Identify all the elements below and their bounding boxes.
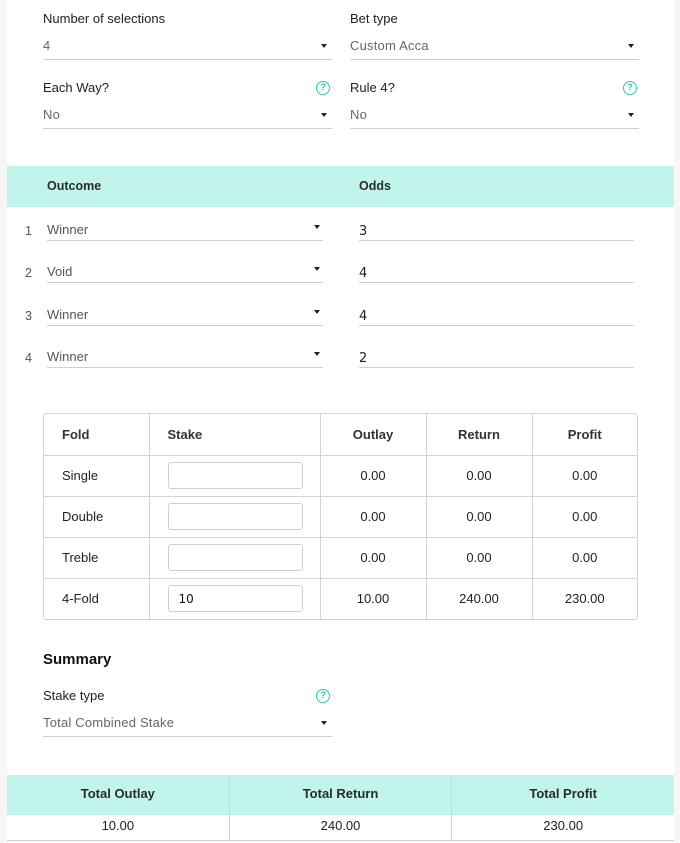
bet-type-label: Bet type (350, 11, 398, 26)
bet-type-field: Bet type Custom Acca (350, 10, 639, 60)
each-way-select[interactable]: No (43, 107, 332, 129)
chevron-down-icon (314, 310, 320, 314)
outcome-value: Winner (47, 349, 89, 364)
stake-type-field: Stake type ? Total Combined Stake (43, 687, 332, 737)
totals-values: 10.00 240.00 230.00 (7, 815, 674, 840)
totals-header: Total Outlay Total Return Total Profit (7, 775, 674, 815)
table-row: 4-Fold 10.00 240.00 230.00 (44, 578, 637, 619)
profit-value: 230.00 (564, 591, 605, 607)
return-value: 0.00 (426, 537, 533, 579)
selection-number: 4 (25, 351, 32, 365)
fold-header: Fold (44, 414, 150, 456)
each-way-label: Each Way? (43, 80, 109, 95)
outcome-select[interactable]: Winner (47, 349, 323, 368)
outcome-value: Winner (47, 307, 89, 322)
profit-value: 0.00 (532, 537, 637, 579)
total-outlay-value: 10.00 (7, 815, 230, 840)
chevron-down-icon (321, 44, 327, 48)
outcome-header: Outcome (47, 179, 102, 193)
return-header: Return (426, 414, 533, 456)
odds-input[interactable] (359, 307, 634, 326)
total-return-header: Total Return (230, 775, 453, 815)
chevron-down-icon (321, 113, 327, 117)
selection-number: 3 (25, 309, 32, 323)
chevron-down-icon (314, 267, 320, 271)
profit-header: Profit (532, 414, 637, 456)
chevron-down-icon (628, 113, 634, 117)
outlay-value: 0.00 (320, 455, 427, 497)
selections-header: Outcome Odds (7, 166, 674, 207)
bet-type-select[interactable]: Custom Acca (350, 38, 639, 60)
rule4-field: Rule 4? ? No (350, 79, 639, 129)
selection-row: 1 Winner (7, 222, 674, 256)
outlay-value: 10.00 (320, 578, 427, 619)
selection-row: 3 Winner (7, 307, 674, 341)
total-outlay-header: Total Outlay (7, 775, 230, 815)
stake-input[interactable] (167, 462, 303, 489)
rule4-label: Rule 4? (350, 80, 395, 95)
return-value: 0.00 (426, 455, 533, 497)
total-return-value: 240.00 (230, 815, 453, 840)
fold-table: Fold Stake Outlay Return Profit Single 0… (43, 413, 638, 620)
help-icon[interactable]: ? (316, 689, 330, 703)
stake-type-select[interactable]: Total Combined Stake (43, 715, 332, 737)
selection-number: 2 (25, 266, 32, 280)
num-selections-select[interactable]: 4 (43, 38, 332, 60)
fold-name: Double (44, 496, 150, 538)
odds-input[interactable] (359, 264, 634, 283)
summary-title: Summary (43, 651, 112, 668)
odds-header: Odds (359, 179, 391, 193)
return-value: 240.00 (426, 578, 533, 619)
each-way-value: No (43, 107, 61, 122)
num-selections-field: Number of selections 4 (43, 10, 332, 60)
help-icon[interactable]: ? (316, 81, 330, 95)
rule4-value: No (350, 107, 368, 122)
profit-value: 0.00 (532, 455, 637, 497)
num-selections-label: Number of selections (43, 11, 166, 26)
total-profit-header: Total Profit (529, 786, 597, 801)
total-profit-value: 230.00 (543, 818, 584, 833)
chevron-down-icon (314, 352, 320, 356)
fold-name: Single (44, 455, 150, 497)
chevron-down-icon (321, 721, 327, 725)
table-row: Double 0.00 0.00 0.00 (44, 496, 637, 538)
outlay-value: 0.00 (320, 537, 427, 579)
stake-type-label: Stake type (43, 688, 105, 703)
outcome-value: Winner (47, 222, 89, 237)
stake-input[interactable] (167, 585, 303, 613)
outcome-select[interactable]: Void (47, 264, 323, 283)
table-row: Single 0.00 0.00 0.00 (44, 455, 637, 497)
table-row: Treble 0.00 0.00 0.00 (44, 537, 637, 579)
outcome-value: Void (47, 264, 73, 279)
selection-row: 4 Winner (7, 349, 674, 383)
selection-row: 2 Void (7, 264, 674, 298)
bet-type-value: Custom Acca (350, 38, 429, 53)
outcome-select[interactable]: Winner (47, 307, 323, 326)
calculator-panel: Number of selections 4 Bet type Custom A… (7, 0, 674, 843)
stake-type-value: Total Combined Stake (43, 715, 175, 730)
rule4-select[interactable]: No (350, 107, 639, 129)
help-icon[interactable]: ? (623, 81, 637, 95)
odds-input[interactable] (359, 222, 634, 241)
outcome-select[interactable]: Winner (47, 222, 323, 241)
return-value: 0.00 (426, 496, 533, 538)
chevron-down-icon (314, 225, 320, 229)
outlay-value: 0.00 (320, 496, 427, 538)
stake-input[interactable] (167, 544, 303, 571)
stake-header: Stake (149, 414, 321, 456)
stake-input[interactable] (167, 503, 303, 530)
fold-name: 4-Fold (44, 578, 150, 619)
outlay-header: Outlay (320, 414, 427, 456)
odds-input[interactable] (359, 349, 634, 368)
chevron-down-icon (628, 44, 634, 48)
totals-table: Total Outlay Total Return Total Profit 1… (7, 775, 674, 841)
each-way-field: Each Way? ? No (43, 79, 332, 129)
fold-table-header: Fold Stake Outlay Return Profit (44, 414, 637, 456)
fold-name: Treble (44, 537, 150, 579)
num-selections-value: 4 (43, 38, 51, 53)
selection-number: 1 (25, 224, 32, 238)
profit-value: 0.00 (532, 496, 637, 538)
